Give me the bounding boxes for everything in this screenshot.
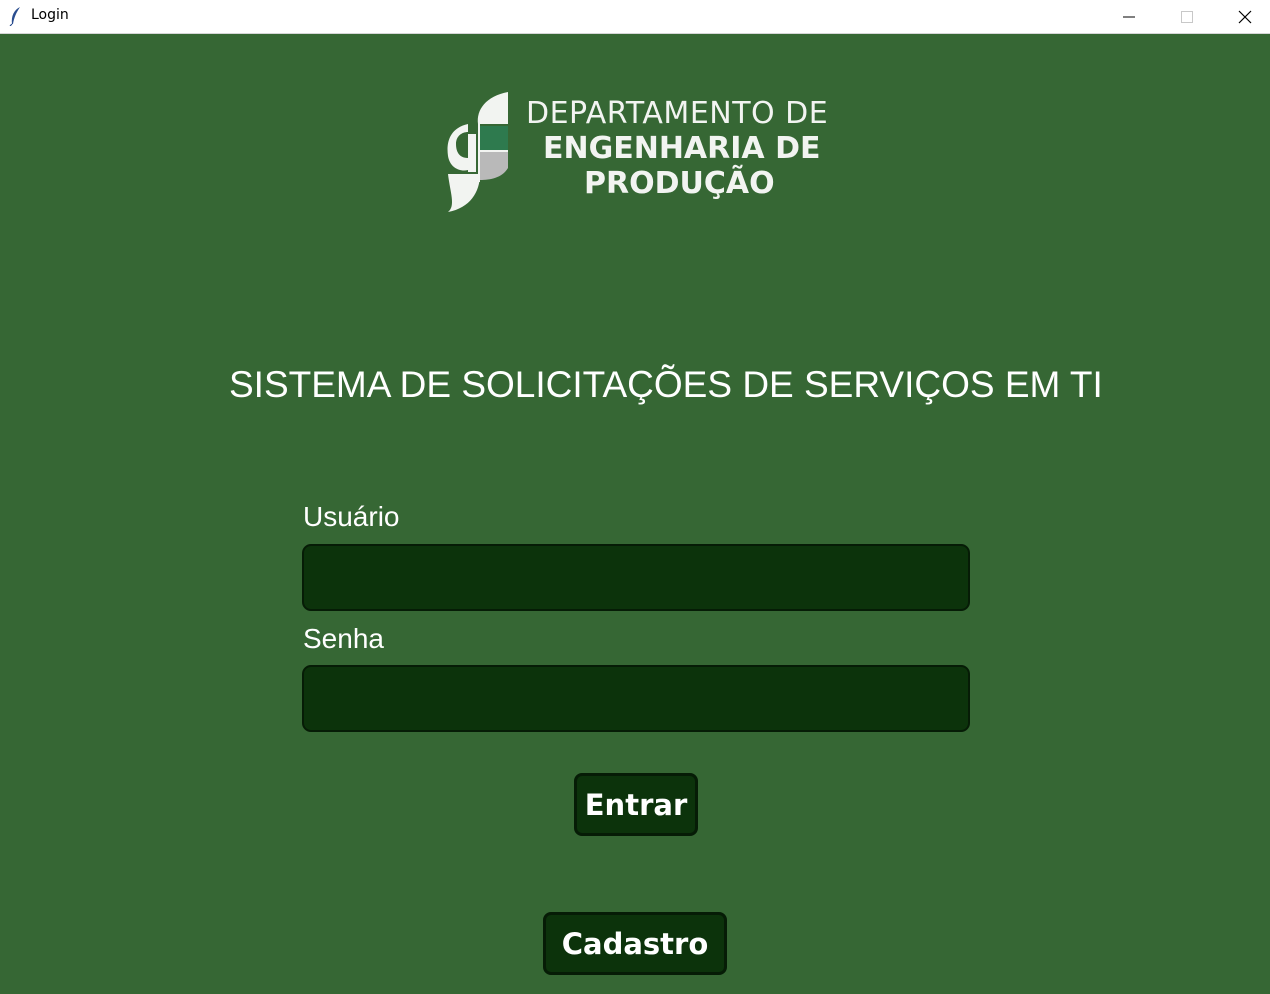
logo-text-line1: DEPARTAMENTO DE (526, 96, 829, 131)
maximize-button[interactable] (1158, 0, 1216, 33)
minimize-button[interactable] (1100, 0, 1158, 33)
department-logo: DEPARTAMENTO DE ENGENHARIA DE PRODUÇÃO (446, 92, 836, 214)
username-label: Usuário (303, 501, 400, 532)
minimize-icon (1123, 16, 1135, 17)
username-input[interactable] (302, 544, 970, 611)
logo-text-line2: ENGENHARIA DE (543, 131, 821, 166)
close-button[interactable] (1216, 0, 1270, 33)
page-title: SISTEMA DE SOLICITAÇÕES DE SERVIÇOS EM T… (229, 364, 1103, 405)
department-logo-mark (447, 92, 508, 212)
password-label: Senha (303, 623, 384, 654)
feather-icon (9, 7, 20, 26)
close-icon (1238, 10, 1252, 23)
login-window: Login DEPARTAMENTO DE ENGENHARIA DE PROD… (0, 0, 1270, 994)
maximize-icon (1181, 10, 1193, 23)
register-button[interactable]: Cadastro (543, 912, 727, 975)
window-title: Login (31, 7, 69, 23)
logo-text-line3: PRODUÇÃO (584, 166, 775, 201)
title-bar: Login (0, 0, 1270, 34)
password-input[interactable] (302, 665, 970, 732)
login-button[interactable]: Entrar (574, 773, 698, 836)
